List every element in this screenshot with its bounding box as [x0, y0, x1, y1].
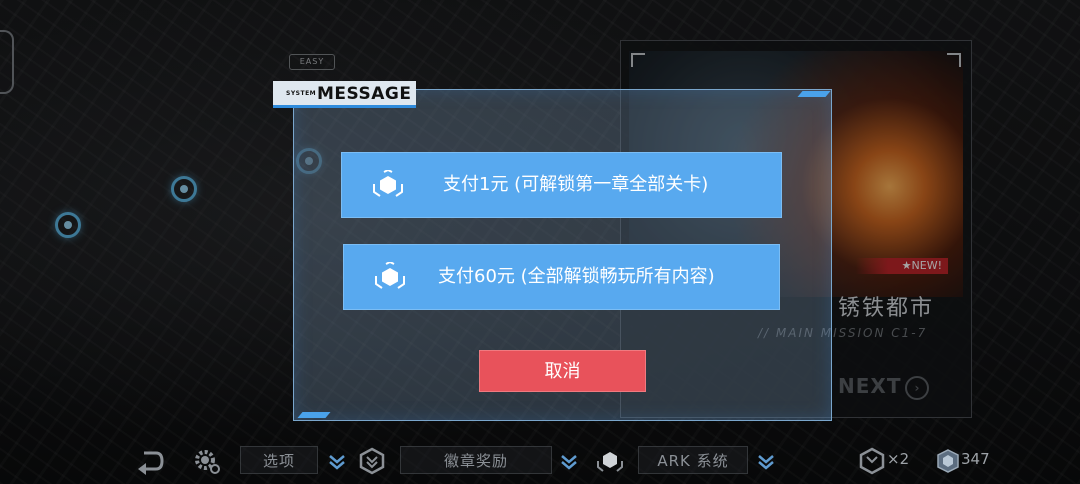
options-button[interactable]: 选项 [240, 446, 318, 474]
chevron-down-icon [561, 455, 577, 470]
ark-system-button[interactable]: ARK 系统 [638, 446, 748, 474]
gem-currency-icon [937, 449, 959, 473]
pay-1-yuan-button[interactable]: 支付1元 (可解锁第一章全部关卡) [341, 152, 782, 218]
dialog-corner-accent [297, 412, 331, 418]
dialog-title: MESSAGE [317, 84, 412, 104]
cancel-button[interactable]: 取消 [479, 350, 646, 392]
dialog-corner-accent [797, 91, 831, 97]
pay-option-label: 支付1元 (可解锁第一章全部关卡) [443, 174, 709, 195]
gem-count: 347 [961, 450, 990, 468]
back-arrow-icon[interactable] [136, 447, 164, 475]
chevron-down-icon [758, 455, 774, 470]
badge-reward-button[interactable]: 徽章奖励 [400, 446, 552, 474]
medal-icon [859, 447, 885, 475]
dialog-header-small: SYSTEM [286, 90, 317, 97]
ark-cube-icon[interactable] [596, 447, 624, 475]
hexagon-gem-icon [373, 170, 403, 197]
hexagon-gem-icon [375, 262, 405, 289]
medal-count: ×2 [887, 450, 910, 468]
pay-60-yuan-button[interactable]: 支付60元 (全部解锁畅玩所有内容) [343, 244, 780, 310]
badge-icon[interactable] [358, 447, 386, 475]
dialog-header: SYSTEM MESSAGE [273, 81, 416, 108]
chevron-down-icon [329, 455, 345, 470]
gear-icon[interactable] [192, 447, 220, 475]
pay-option-label: 支付60元 (全部解锁畅玩所有内容) [438, 266, 715, 287]
